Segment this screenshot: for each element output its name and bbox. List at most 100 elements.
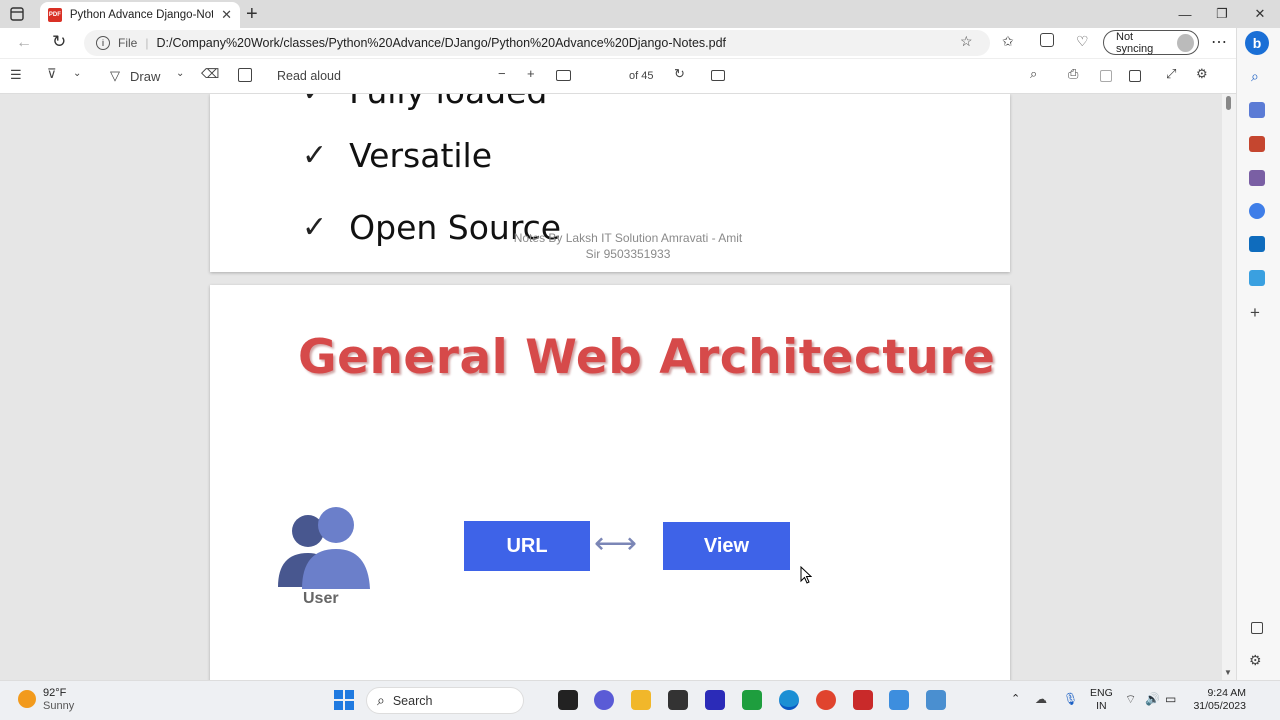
refresh-icon[interactable]: ↻ <box>52 32 66 52</box>
pdf-viewer[interactable]: ✓ Fully loaded ✓ Versatile ✓ Open Source… <box>0 94 1222 680</box>
lang-line-1: ENG <box>1090 687 1113 699</box>
profile-sync-button[interactable]: Not syncing <box>1103 30 1199 55</box>
draw-button[interactable]: ▽ Draw <box>110 68 160 84</box>
pdf-page-2: ✓ Fully loaded ✓ Versatile ✓ Open Source… <box>210 94 1010 272</box>
sidebar-settings-icon[interactable]: ⚙ <box>1249 652 1262 669</box>
microsoft-365-icon[interactable] <box>1249 203 1265 219</box>
back-icon[interactable]: ← <box>16 34 32 52</box>
bing-copilot-icon[interactable]: b <box>1245 31 1269 55</box>
minimize-button[interactable]: — <box>1165 0 1205 28</box>
more-menu-icon[interactable]: ⋯ <box>1211 32 1227 52</box>
task-view-icon[interactable] <box>558 690 578 710</box>
favorites-icon[interactable]: ✩ <box>1002 33 1014 50</box>
url-scheme-label: File <box>118 36 138 50</box>
maximize-icon[interactable]: ❐ <box>1202 0 1242 28</box>
highlight-chevron-down-icon[interactable]: ⌄ <box>73 68 81 79</box>
onedrive-cloud-icon[interactable]: ☁ <box>1035 692 1047 706</box>
zoom-out-icon[interactable]: − <box>498 66 506 81</box>
user-icon <box>276 501 372 593</box>
pdf-page-3: General Web Architecture User URL ⟷ View <box>210 285 1010 680</box>
bullet-fully-loaded: ✓ Fully loaded <box>302 94 547 111</box>
xbox-icon[interactable] <box>742 690 762 710</box>
avatar <box>1177 33 1194 52</box>
close-window-button[interactable]: ✕ <box>1240 0 1280 28</box>
remote-desktop-icon[interactable] <box>926 690 946 710</box>
address-bar[interactable]: i File | D:/Company%20Work/classes/Pytho… <box>84 30 990 56</box>
draw-icon: ▽ <box>110 68 120 83</box>
erase-icon[interactable]: ⌫ <box>201 66 219 82</box>
notepad-icon[interactable] <box>889 690 909 710</box>
app-cube-icon[interactable] <box>668 690 688 710</box>
browser-essentials-icon[interactable]: ♡ <box>1076 33 1089 50</box>
url-box: URL <box>464 521 590 571</box>
settings-gear-icon[interactable]: ⚙ <box>1196 66 1208 82</box>
contents-icon[interactable]: ☰ <box>10 67 22 83</box>
read-aloud-button[interactable]: Read aloud <box>277 69 341 83</box>
weather-temp: 92°F <box>43 687 67 699</box>
add-sidebar-app-icon[interactable]: + <box>1250 303 1260 323</box>
edge-browser-icon[interactable] <box>779 690 799 710</box>
battery-icon[interactable]: ▭ <box>1165 692 1176 706</box>
volume-icon[interactable]: 🔊 <box>1145 692 1160 706</box>
shopping-icon[interactable] <box>1249 102 1265 118</box>
bullet-text: Versatile <box>349 136 493 175</box>
app-icon[interactable] <box>705 690 725 710</box>
weather-desc: Sunny <box>43 700 75 712</box>
tab-pdf[interactable]: PDF Python Advance Django-Notes.p ✕ <box>40 2 240 28</box>
find-search-icon[interactable]: ⌕ <box>1030 66 1037 82</box>
sidebar-search-icon[interactable]: ⌕ <box>1251 68 1259 85</box>
drop-icon[interactable] <box>1249 270 1265 286</box>
pdf-file-icon: PDF <box>48 8 62 22</box>
scroll-down-icon[interactable]: ▼ <box>1224 668 1232 677</box>
scrollbar-thumb[interactable] <box>1226 96 1231 110</box>
zoom-in-icon[interactable]: + <box>527 66 535 81</box>
save-icon[interactable] <box>1100 70 1112 82</box>
windows-start-icon[interactable] <box>334 690 354 710</box>
new-tab-button[interactable]: + <box>246 3 258 26</box>
wifi-icon[interactable]: ⌔ <box>1125 692 1136 707</box>
tab-close-icon[interactable]: ✕ <box>221 7 232 23</box>
microphone-icon[interactable]: 🎙 <box>1063 692 1078 706</box>
print-icon[interactable]: ⎙ <box>1068 66 1078 82</box>
tools-icon[interactable] <box>1249 136 1265 152</box>
weather-widget[interactable]: 92°F Sunny <box>43 687 74 713</box>
footer-line-1: Notes By Laksh IT Solution Amravati - Am… <box>513 231 743 245</box>
draw-label: Draw <box>130 68 161 84</box>
tab-title: Python Advance Django-Notes.p <box>69 9 214 21</box>
url-text[interactable]: D:/Company%20Work/classes/Python%20Advan… <box>156 36 726 50</box>
bullet-versatile: ✓ Versatile <box>302 136 492 175</box>
recorder-icon[interactable] <box>853 690 873 710</box>
file-explorer-icon[interactable] <box>631 690 651 710</box>
save-as-icon[interactable] <box>1129 70 1141 82</box>
clock-time: 9:24 AM <box>1207 687 1246 699</box>
page-total: of 45 <box>629 70 654 82</box>
edge-sidebar <box>1236 28 1280 680</box>
outlook-icon[interactable] <box>1249 236 1265 252</box>
sun-weather-icon[interactable] <box>18 690 36 708</box>
rotate-icon[interactable]: ↻ <box>674 66 685 82</box>
chrome-icon[interactable] <box>816 690 836 710</box>
collections-icon[interactable] <box>1040 33 1054 47</box>
page-view-icon[interactable] <box>711 70 725 81</box>
fullscreen-icon[interactable]: ⤢ <box>1166 66 1176 82</box>
info-icon[interactable]: i <box>96 36 110 50</box>
language-indicator[interactable]: ENG IN <box>1090 687 1113 713</box>
text-icon[interactable] <box>238 68 252 82</box>
taskbar-search[interactable]: ⌕ Search <box>366 687 524 714</box>
chat-icon[interactable] <box>594 690 614 710</box>
hide-sidebar-icon[interactable] <box>1251 622 1263 634</box>
vertical-scrollbar[interactable] <box>1222 94 1236 680</box>
tray-chevron-up-icon[interactable]: ⌃ <box>1011 692 1020 705</box>
clock-date: 31/05/2023 <box>1193 700 1246 712</box>
clock[interactable]: 9:24 AM 31/05/2023 <box>1186 687 1246 713</box>
favorite-star-icon[interactable]: ☆ <box>960 33 973 50</box>
user-label: User <box>303 590 339 607</box>
games-icon[interactable] <box>1249 170 1265 186</box>
draw-chevron-down-icon[interactable]: ⌄ <box>176 68 184 79</box>
footer-line-2: Sir 9503351933 <box>585 247 671 261</box>
bullet-text: Fully loaded <box>349 94 547 111</box>
pdf-toolbar <box>0 58 1236 94</box>
fit-to-width-icon[interactable] <box>556 70 571 81</box>
highlight-icon[interactable]: ⊽ <box>47 66 57 82</box>
tab-actions-icon[interactable] <box>10 6 28 22</box>
